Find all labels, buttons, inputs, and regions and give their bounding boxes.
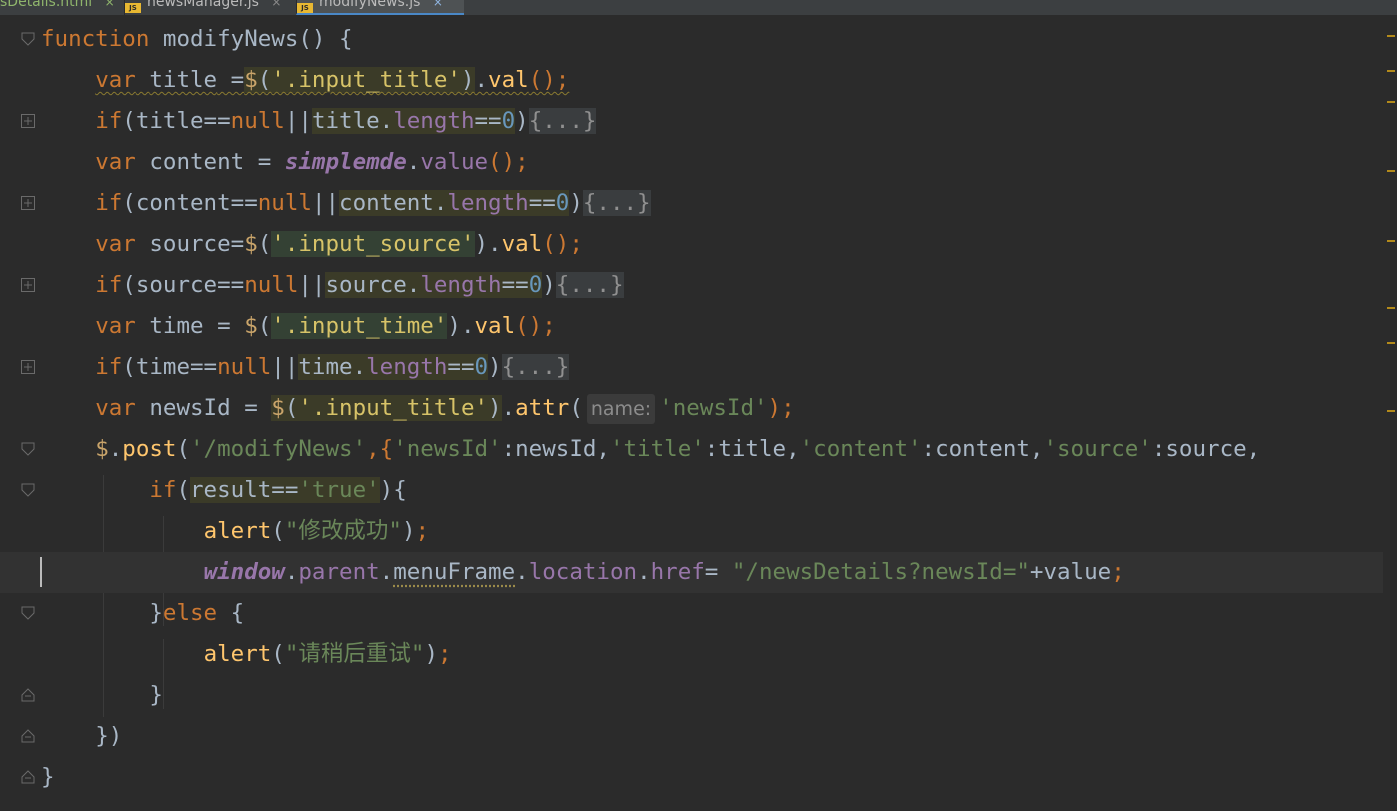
tab-label: sDetails.html [0,0,93,10]
code-line[interactable]: if(content==null||content.length==0){...… [0,183,1390,224]
code-line[interactable]: var source=$('.input_source').val(); [0,224,1390,265]
code-text: if(title==null||title.length==0){...} [95,108,597,134]
tab-newsdetails-html[interactable]: sDetails.html × [0,0,120,15]
tab-close-icon[interactable]: × [433,0,443,9]
code-editor[interactable]: function modifyNews() { var title =$('.i… [0,15,1397,811]
warning-mark[interactable] [1387,410,1395,412]
code-line[interactable]: }) [0,716,1390,757]
fold-open-icon[interactable] [21,483,35,497]
warning-mark[interactable] [1387,342,1395,344]
code-text: } [149,682,163,708]
code-text: window.parent.menuFrame.location.href= "… [203,559,1125,585]
code-line-current[interactable]: window.parent.menuFrame.location.href= "… [0,552,1390,593]
fold-end-icon[interactable] [21,729,35,743]
code-line[interactable]: if(source==null||source.length==0){...} [0,265,1390,306]
editor-tab-bar: sDetails.html × JS newsManager.js × JS mod… [0,0,1397,15]
collapsed-block[interactable]: {...} [555,272,624,298]
code-line[interactable]: alert("请稍后重试"); [0,634,1390,675]
code-text: if(content==null||content.length==0){...… [95,190,651,216]
tab-close-icon[interactable]: × [105,0,115,9]
code-text: } [41,764,55,790]
fold-collapsed-icon[interactable] [21,114,35,128]
tab-modifynews-js[interactable]: JS modifyNews.js × [296,0,464,15]
fold-open-icon[interactable] [21,32,35,46]
code-line[interactable]: $.post('/modifyNews',{'newsId':newsId,'t… [0,429,1390,470]
warning-mark[interactable] [1387,307,1395,309]
code-text: if(time==null||time.length==0){...} [95,354,570,380]
js-file-icon: JS [297,3,313,13]
code-text: if(source==null||source.length==0){...} [95,272,624,298]
fold-collapsed-icon[interactable] [21,196,35,210]
code-line[interactable]: }else { [0,593,1390,634]
code-text: }else { [149,600,245,626]
code-line[interactable]: if(title==null||title.length==0){...} [0,101,1390,142]
tab-newsmanager-js[interactable]: JS newsManager.js × [124,0,293,15]
code-line[interactable]: if(time==null||time.length==0){...} [0,347,1390,388]
code-line[interactable]: var newsId = $('.input_title').attr(name… [0,388,1390,429]
collapsed-block[interactable]: {...} [528,108,597,134]
code-text: $.post('/modifyNews',{'newsId':newsId,'t… [95,436,1261,462]
code-text: alert("请稍后重试"); [203,641,452,667]
code-line[interactable]: } [0,757,1390,798]
collapsed-block[interactable]: {...} [501,354,570,380]
code-text: if(result=='true'){ [149,477,407,503]
code-text: var newsId = $('.input_title').attr(name… [41,388,795,429]
warning-mark[interactable] [1387,170,1395,172]
tab-label: newsManager.js [147,0,259,10]
warning-mark[interactable] [1387,70,1395,72]
code-text: var content = simplemde.value(); [95,149,529,175]
tab-label: modifyNews.js [319,0,421,10]
fold-collapsed-icon[interactable] [21,278,35,292]
code-line[interactable]: var title =$('.input_title').val(); [0,60,1390,101]
warning-mark[interactable] [1387,35,1395,37]
code-line[interactable]: var time = $('.input_time').val(); [0,306,1390,347]
error-stripe[interactable] [1383,15,1397,811]
code-text: var title =$('.input_title').val(); [95,67,570,93]
warning-mark[interactable] [1387,101,1395,103]
fold-open-icon[interactable] [21,606,35,620]
js-file-icon: JS [125,3,141,13]
fold-end-icon[interactable] [21,688,35,702]
code-text: }) [95,723,123,749]
code-line[interactable]: alert("修改成功"); [0,511,1390,552]
code-text: var time = $('.input_time').val(); [95,313,556,339]
code-text: var source=$('.input_source').val(); [95,231,583,257]
fold-open-icon[interactable] [21,442,35,456]
fold-collapsed-icon[interactable] [21,360,35,374]
tab-close-icon[interactable]: × [271,0,281,9]
parameter-hint: name: [586,394,656,424]
code-text: function modifyNews() { [41,26,353,52]
code-line[interactable]: if(result=='true'){ [0,470,1390,511]
collapsed-block[interactable]: {...} [582,190,651,216]
warning-mark[interactable] [1387,240,1395,242]
fold-end-icon[interactable] [21,770,35,784]
code-line[interactable]: function modifyNews() { [0,19,1390,60]
code-line[interactable]: } [0,675,1390,716]
code-text: alert("修改成功"); [203,518,430,544]
code-line[interactable]: var content = simplemde.value(); [0,142,1390,183]
